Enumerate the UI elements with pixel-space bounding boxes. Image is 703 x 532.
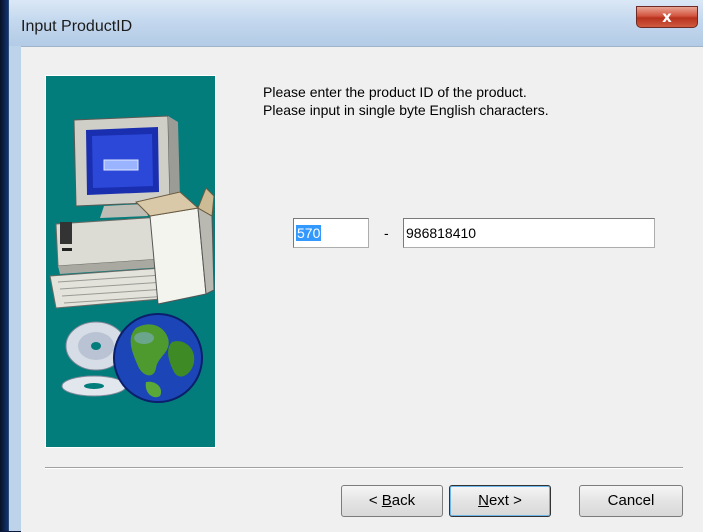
cancel-button[interactable]: Cancel	[579, 485, 683, 517]
instruction-line-1: Please enter the product ID of the produ…	[263, 84, 527, 100]
window-title: Input ProductID	[21, 18, 133, 35]
setup-illustration-art	[49, 115, 215, 403]
instruction-line-2: Please input in single byte English char…	[263, 102, 549, 118]
product-id-part1-value: 570	[296, 225, 322, 241]
next-button[interactable]: Next >	[449, 485, 551, 517]
dialog-body: Please enter the product ID of the produ…	[21, 46, 703, 532]
globe-icon	[113, 313, 203, 403]
product-id-part1-input[interactable]: 570	[293, 218, 369, 248]
back-prefix: <	[368, 492, 382, 509]
next-mnemonic: N	[478, 492, 489, 509]
back-mnemonic: B	[381, 492, 392, 509]
setup-illustration	[45, 75, 216, 448]
product-id-separator: -	[384, 225, 389, 241]
button-separator	[45, 467, 683, 469]
back-button[interactable]: < Back	[341, 485, 443, 517]
close-button[interactable]: x	[636, 6, 698, 28]
next-label-rest: ext >	[488, 492, 522, 509]
title-bar[interactable]: Input ProductID x	[9, 0, 703, 46]
close-icon: x	[662, 8, 672, 26]
dialog-window: Input ProductID x Please enter the produ…	[8, 0, 703, 532]
product-id-part2-input[interactable]: 986818410	[403, 218, 655, 248]
instructions-text: Please enter the product ID of the produ…	[263, 83, 549, 119]
product-id-part2-value: 986818410	[406, 225, 477, 241]
back-label-rest: ack	[391, 492, 416, 509]
